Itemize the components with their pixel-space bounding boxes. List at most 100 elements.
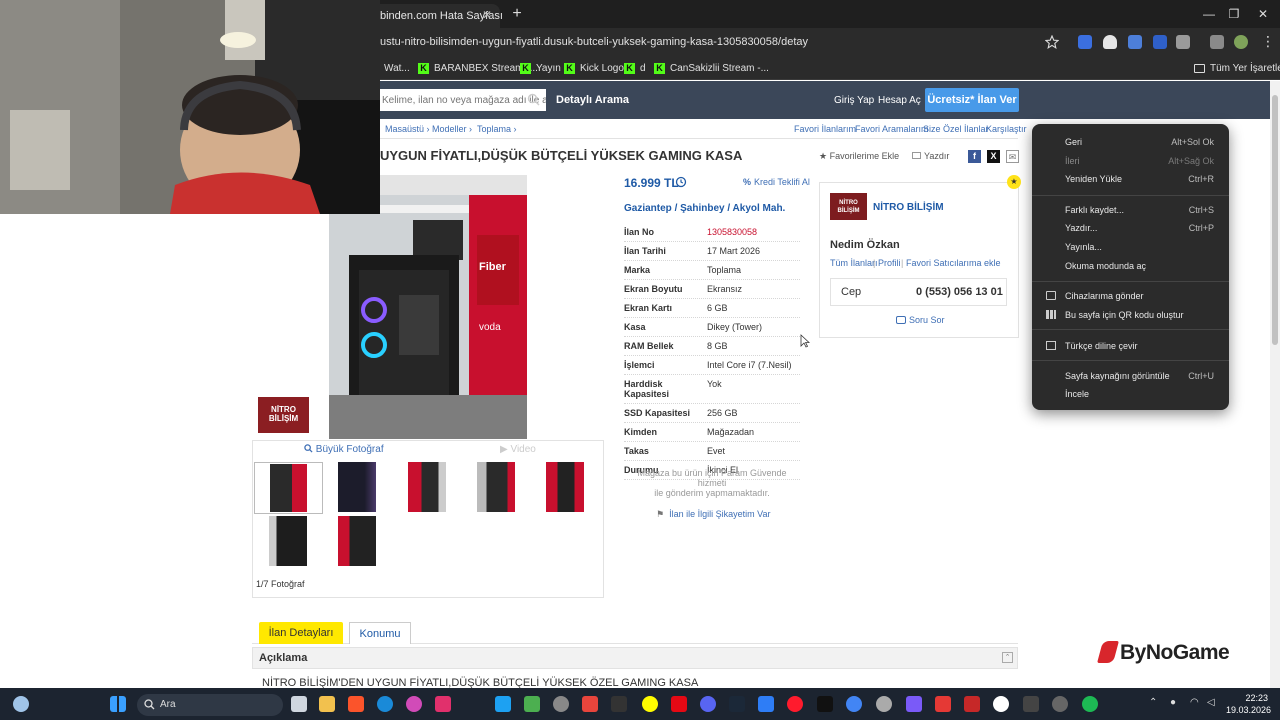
photo-thumbnail[interactable]	[269, 516, 307, 566]
media-icon[interactable]	[1210, 35, 1224, 49]
bookmark-item[interactable]: Wat...	[384, 60, 410, 76]
x-share-icon[interactable]: X	[987, 150, 1000, 163]
search-icon[interactable]	[527, 93, 540, 106]
collapse-icon[interactable]: ⌃	[1002, 652, 1013, 663]
discord-icon[interactable]	[700, 696, 716, 712]
netflix-icon[interactable]	[671, 696, 687, 712]
wifi-icon[interactable]: ◠	[1190, 697, 1199, 708]
menu-item-send-to-devices[interactable]: Cihazlarıma gönder	[1065, 291, 1144, 301]
bookmark-item[interactable]: K Yayın	[520, 60, 561, 76]
close-window-button[interactable]: ✕	[1248, 4, 1278, 24]
windows-start-icon[interactable]	[110, 696, 126, 712]
app-icon[interactable]	[582, 696, 598, 712]
ask-question-link[interactable]: Soru Sor	[896, 315, 945, 325]
app-icon[interactable]	[524, 696, 540, 712]
add-favorite-button[interactable]: ★ Favorilerime Ekle	[819, 151, 899, 162]
chrome-icon[interactable]	[846, 696, 862, 712]
mail-share-icon[interactable]: ✉	[1006, 150, 1019, 163]
menu-item-print[interactable]: Yazdır...	[1065, 223, 1097, 233]
url-field[interactable]: ustu-nitro-bilisimden-uygun-fiyatli.dusu…	[372, 32, 1072, 52]
tab-close-icon[interactable]: ✕	[482, 8, 492, 22]
compare-link[interactable]: Karşılaştır	[986, 124, 1027, 134]
tray-chevron-icon[interactable]: ⌃	[1149, 697, 1157, 708]
maximize-button[interactable]: ❐	[1219, 4, 1249, 24]
file-explorer-icon[interactable]	[319, 696, 335, 712]
tiktok-icon[interactable]	[817, 696, 833, 712]
complaint-link[interactable]: ⚑ İlan ile İlgili Şikayetim Var	[656, 509, 770, 520]
menu-item-back[interactable]: Geri	[1065, 137, 1082, 147]
settings-icon[interactable]	[1052, 696, 1068, 712]
breadcrumb-item[interactable]: Masaüstü ›	[385, 124, 430, 134]
menu-item-qr-code[interactable]: Bu sayfa için QR kodu oluştur	[1065, 310, 1184, 320]
bookmark-item[interactable]: Kd	[624, 60, 646, 76]
breadcrumb-item[interactable]: Modeller ›	[432, 124, 472, 134]
extension-badge-icon[interactable]: ★	[1007, 175, 1021, 189]
clock-date[interactable]: 19.03.2026	[1226, 705, 1271, 715]
photo-thumbnail-selected[interactable]	[254, 462, 323, 514]
app-icon[interactable]	[876, 696, 892, 712]
app-icon[interactable]	[935, 696, 951, 712]
edge-icon[interactable]	[377, 696, 393, 712]
favorite-searches-link[interactable]: Favori Aramalarım	[855, 124, 929, 134]
app-icon[interactable]	[906, 696, 922, 712]
favorite-listings-link[interactable]: Favori İlanlarım	[794, 124, 856, 134]
print-button[interactable]: Yazdır	[912, 151, 949, 161]
menu-item-save-as[interactable]: Farklı kaydet...	[1065, 205, 1124, 215]
favorite-seller-link[interactable]: Favori Satıcılarıma ekle	[906, 258, 1001, 268]
brave-icon[interactable]	[348, 696, 364, 712]
menu-item-reading-mode[interactable]: Okuma modunda aç	[1065, 261, 1146, 271]
profile-avatar[interactable]	[1234, 35, 1248, 49]
menu-item-translate[interactable]: Türkçe diline çevir	[1065, 341, 1138, 351]
search-input[interactable]	[372, 89, 546, 111]
extension-icon[interactable]	[1128, 35, 1142, 49]
seller-logo[interactable]: NİTRO BİLİŞİM	[830, 193, 867, 220]
task-view-icon[interactable]	[291, 696, 307, 712]
photo-thumbnail[interactable]	[338, 516, 376, 566]
photo-thumbnail[interactable]	[408, 462, 446, 512]
epic-games-icon[interactable]	[611, 696, 627, 712]
photo-thumbnail[interactable]	[338, 462, 376, 512]
new-tab-button[interactable]: +	[506, 4, 528, 24]
main-photo[interactable]: Fiber voda	[329, 175, 527, 439]
photo-thumbnail[interactable]	[477, 462, 515, 512]
app-icon[interactable]	[758, 696, 774, 712]
media-player-icon[interactable]	[406, 696, 422, 712]
extension-icon[interactable]	[1153, 35, 1167, 49]
instagram-icon[interactable]	[435, 696, 451, 712]
yandex-icon[interactable]	[993, 696, 1009, 712]
credit-offer-link[interactable]: % Kredi Teklifi Al	[743, 177, 810, 187]
more-menu-icon[interactable]: ⋮	[1261, 33, 1275, 50]
tab-listing-details[interactable]: İlan Detayları	[259, 622, 343, 644]
bookmark-item[interactable]: K Kick Logo	[564, 60, 624, 76]
detailed-search-link[interactable]: Detaylı Arama	[556, 94, 629, 106]
all-listings-link[interactable]: Tüm İlanları	[830, 258, 878, 268]
scrollbar-thumb[interactable]	[1272, 95, 1278, 345]
menu-item-inspect[interactable]: İncele	[1065, 389, 1089, 399]
taskbar-search[interactable]: Ara	[137, 694, 283, 716]
extension-icon[interactable]	[1078, 35, 1092, 49]
big-photo-link[interactable]: Büyük Fotoğraf	[304, 444, 384, 455]
menu-item-reload[interactable]: Yeniden Yükle	[1065, 174, 1122, 184]
bookmark-item[interactable]: K CanSakizlii Stream -...	[654, 60, 769, 76]
login-link[interactable]: Giriş Yap	[834, 95, 874, 106]
tab-active[interactable]: binden.com Hata Sayfası ✕	[372, 4, 503, 28]
app-icon[interactable]	[553, 696, 569, 712]
price-history-icon[interactable]	[675, 176, 687, 188]
menu-item-view-source[interactable]: Sayfa kaynağını görüntüle	[1065, 371, 1170, 381]
app-icon[interactable]	[1023, 696, 1039, 712]
all-bookmarks[interactable]: Tüm Yer İşaretleri	[1194, 60, 1280, 76]
shield-extension-icon[interactable]	[1103, 35, 1117, 49]
breadcrumb-item[interactable]: Toplama ›	[477, 124, 517, 134]
twitter-icon[interactable]	[495, 696, 511, 712]
tab-location[interactable]: Konumu	[349, 622, 411, 644]
steam-icon[interactable]	[729, 696, 745, 712]
microphone-icon[interactable]: ●	[1170, 697, 1176, 708]
menu-item-cast[interactable]: Yayınla...	[1065, 242, 1102, 252]
puzzle-icon[interactable]	[1176, 35, 1190, 49]
phone-number[interactable]: 0 (553) 056 13 01	[916, 286, 1003, 298]
spotify-icon[interactable]	[1082, 696, 1098, 712]
weather-icon[interactable]	[13, 696, 29, 712]
register-link[interactable]: Hesap Aç	[878, 95, 921, 106]
opera-icon[interactable]	[787, 696, 803, 712]
facebook-share-icon[interactable]: f	[968, 150, 981, 163]
